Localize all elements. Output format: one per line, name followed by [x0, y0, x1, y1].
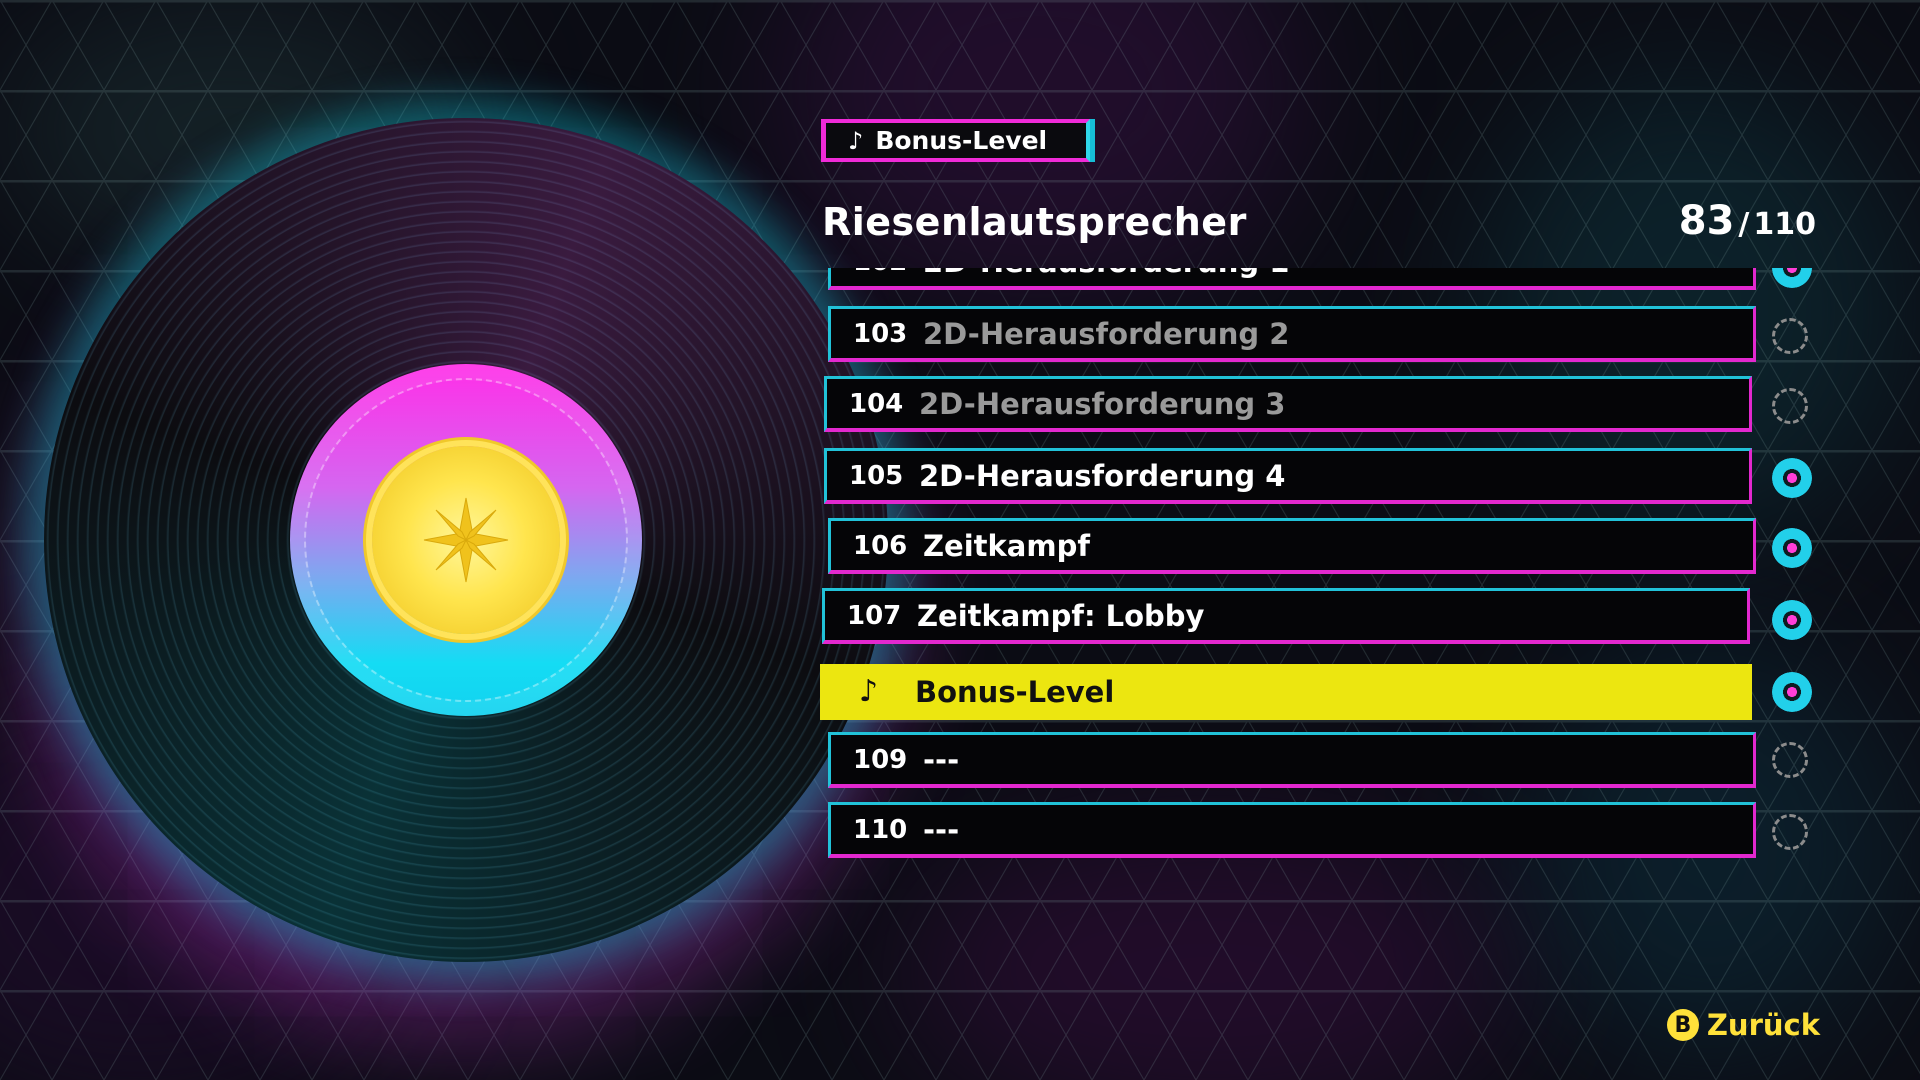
- record-complete-icon: [1772, 458, 1812, 498]
- level-name: 2D-Herausforderung 4: [919, 458, 1286, 493]
- level-row[interactable]: 102 2D-Herausforderung 1: [828, 268, 1756, 290]
- level-name: Zeitkampf: [923, 528, 1090, 563]
- level-name: ---: [923, 742, 960, 777]
- level-row[interactable]: 105 2D-Herausforderung 4: [824, 448, 1752, 504]
- record-empty-icon: [1772, 318, 1808, 354]
- level-name: Bonus-Level: [915, 674, 1115, 709]
- level-name: ---: [923, 812, 960, 847]
- level-row[interactable]: 109 ---: [828, 732, 1756, 788]
- level-number: 105: [849, 460, 904, 491]
- level-row-selected[interactable]: ♪ Bonus-Level: [820, 664, 1752, 720]
- level-name: 2D-Herausforderung 3: [919, 386, 1286, 421]
- level-number: 110: [853, 814, 908, 845]
- category-label: Bonus-Level: [875, 126, 1048, 155]
- b-button-icon: B: [1666, 1009, 1699, 1041]
- level-number: 102: [831, 268, 923, 277]
- record-empty-icon: [1772, 388, 1808, 424]
- level-list: 102 2D-Herausforderung 1 103 2D-Herausfo…: [820, 268, 1820, 868]
- level-name: 2D-Herausforderung 1: [923, 268, 1289, 279]
- level-number: 107: [847, 600, 902, 631]
- progress-total: 110: [1753, 207, 1816, 242]
- level-row[interactable]: 103 2D-Herausforderung 2: [828, 306, 1756, 362]
- record-label: [290, 364, 642, 716]
- progress-separator: /: [1738, 207, 1750, 242]
- level-row[interactable]: 104 2D-Herausforderung 3: [824, 376, 1752, 432]
- category-tag: ♪ Bonus-Level: [822, 119, 1090, 162]
- vinyl-record: [44, 118, 888, 962]
- level-name: Zeitkampf: Lobby: [917, 598, 1205, 633]
- record-complete-icon: [1772, 600, 1812, 640]
- back-label: Zurück: [1706, 1008, 1820, 1042]
- record-complete-icon: [1772, 672, 1812, 712]
- music-note-icon: ♪: [859, 674, 879, 709]
- level-number: 103: [853, 318, 908, 349]
- progress-counter: 83 / 110: [1679, 198, 1816, 244]
- level-number: 109: [853, 744, 908, 775]
- record-empty-icon: [1772, 742, 1808, 778]
- level-name: 2D-Herausforderung 2: [923, 316, 1290, 351]
- world-title: Riesenlautsprecher: [822, 200, 1247, 244]
- level-number: 106: [853, 530, 908, 561]
- record-complete-icon: [1772, 268, 1812, 288]
- sun-emblem-icon: [372, 446, 560, 634]
- level-row[interactable]: 110 ---: [828, 802, 1756, 858]
- level-row[interactable]: 106 Zeitkampf: [828, 518, 1756, 574]
- progress-current: 83: [1678, 198, 1735, 244]
- back-button[interactable]: B Zurück: [1666, 1008, 1820, 1042]
- level-row[interactable]: 107 Zeitkampf: Lobby: [822, 588, 1750, 644]
- level-number: 104: [849, 388, 904, 419]
- music-note-icon: ♪: [848, 126, 864, 155]
- record-empty-icon: [1772, 814, 1808, 850]
- record-complete-icon: [1772, 528, 1812, 568]
